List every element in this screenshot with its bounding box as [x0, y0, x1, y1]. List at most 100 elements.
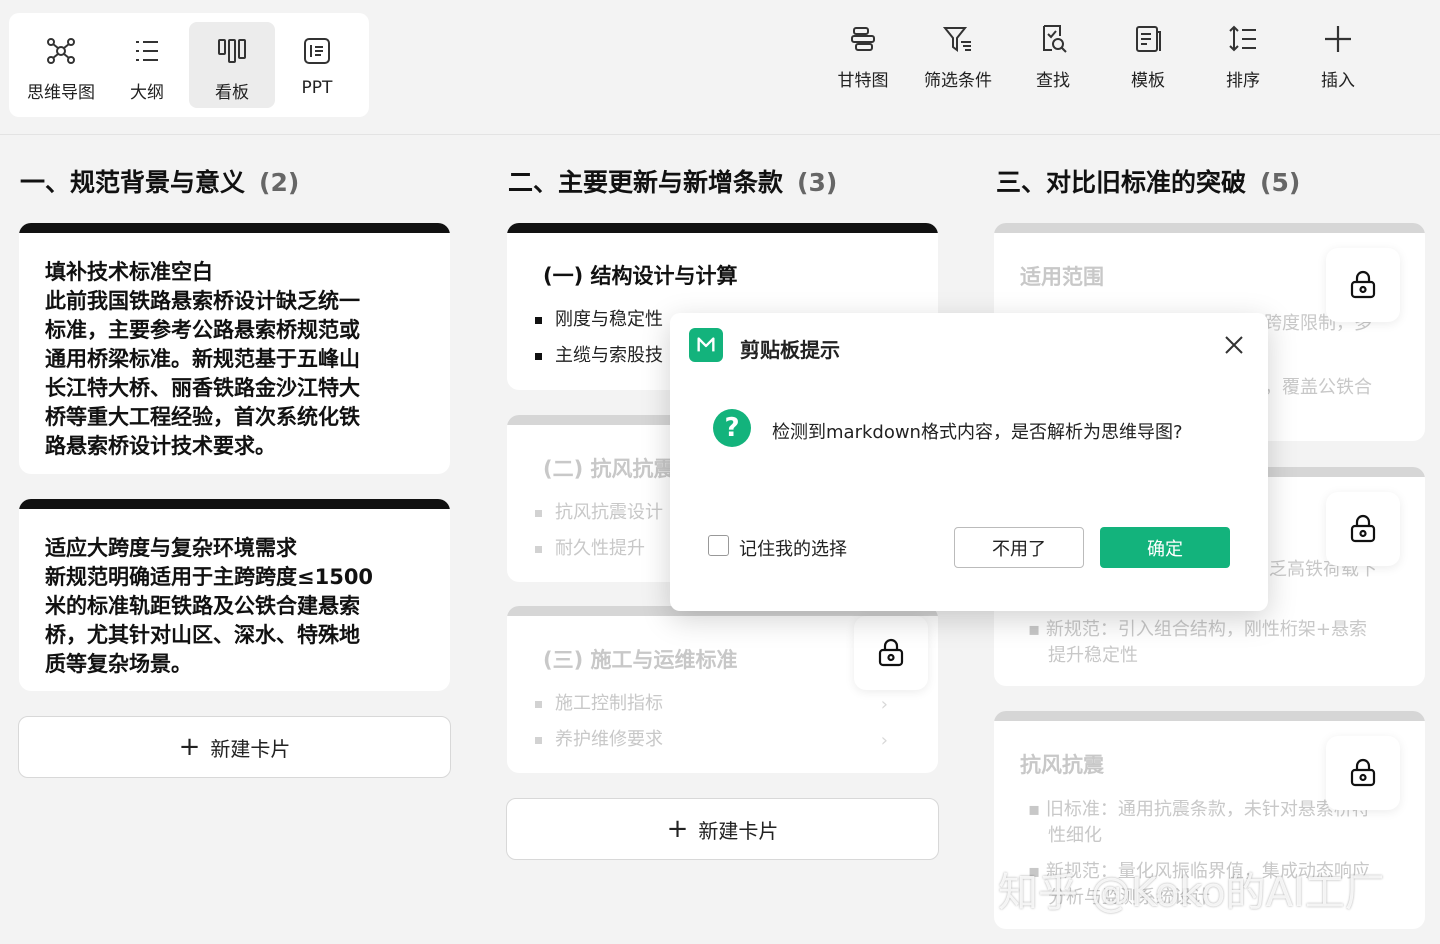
card-top-bar	[19, 499, 450, 509]
card-body: 适应大跨度与复杂环境需求 新规范明确适用于主跨跨度≤1500 米的标准轨距铁路及…	[45, 534, 424, 679]
chevron-right-icon: ›	[880, 730, 888, 751]
card-item[interactable]: 养护维修要求	[533, 728, 912, 752]
ppt-icon	[304, 38, 330, 64]
tool-label: 模板	[1131, 71, 1165, 91]
column-title: 一、规范背景与意义 (2)	[20, 163, 299, 199]
mindmap-icon	[47, 38, 75, 64]
clipboard-dialog: 剪贴板提示 ? 检测到markdown格式内容，是否解析为思维导图? 记住我的选…	[670, 313, 1268, 611]
dialog-title: 剪贴板提示	[740, 338, 840, 362]
card-line: ▪ 新规范：引入组合结构，刚性桁架+悬索	[1028, 619, 1368, 640]
lock-icon	[1350, 514, 1376, 543]
template-icon	[1136, 26, 1161, 52]
lock-icon	[1350, 758, 1376, 787]
gantt-icon	[851, 27, 875, 51]
card-top-bar	[19, 223, 450, 233]
tool-find[interactable]: 查找	[1008, 22, 1098, 91]
card-body: 填补技术标准空白 此前我国铁路悬索桥设计缺乏统一 标准，主要参考公路悬索桥规范或…	[45, 258, 424, 461]
view-label: 大纲	[130, 83, 164, 103]
card-items: 施工控制指标 养护维修要求	[533, 692, 912, 752]
column-title: 二、主要更新与新增条款 (3)	[508, 163, 837, 199]
top-toolbar: 思维导图 大纲 看板 PPT 甘特图 筛选条件 查找 模板 排序 插入	[0, 0, 1440, 135]
kanban-card[interactable]: 填补技术标准空白 此前我国铁路悬索桥设计缺乏统一 标准，主要参考公路悬索桥规范或…	[19, 223, 450, 474]
card-top-bar	[994, 711, 1425, 721]
lock-button[interactable]	[1326, 492, 1400, 566]
card-line: 适应大跨度与复杂环境需求	[45, 536, 297, 560]
tool-insert[interactable]: 插入	[1293, 22, 1383, 91]
card-line: 填补技术标准空白	[45, 260, 213, 284]
view-kanban[interactable]: 看板	[189, 22, 275, 108]
new-card-label: 新建卡片	[210, 736, 291, 761]
card-text: ，覆盖公铁合	[1264, 377, 1372, 398]
view-label: 看板	[215, 83, 249, 103]
card-line: 质等复杂场景。	[45, 652, 192, 676]
lock-button[interactable]	[854, 616, 928, 690]
tool-label: 排序	[1226, 71, 1260, 91]
find-icon	[1043, 25, 1067, 53]
card-line: 提升稳定性	[1048, 645, 1138, 666]
sort-icon	[1229, 25, 1256, 52]
card-top-bar	[994, 223, 1425, 233]
view-ppt[interactable]: PPT	[274, 22, 360, 108]
column-title-text: 二、主要更新与新增条款	[508, 168, 784, 197]
tool-filter[interactable]: 筛选条件	[913, 22, 1003, 91]
chevron-right-icon: ›	[880, 694, 888, 715]
tool-sort[interactable]: 排序	[1198, 22, 1288, 91]
view-label: 思维导图	[27, 83, 95, 103]
new-card-button[interactable]: + 新建卡片	[506, 798, 939, 860]
card-line: 长江特大桥、丽香铁路金沙江特大	[45, 376, 360, 400]
question-icon: ?	[713, 409, 751, 447]
card-line: 桥等重大工程经验，首次系统化铁	[45, 405, 360, 429]
card-top-bar	[507, 223, 938, 233]
card-line: 桥，尤其针对山区、深水、特殊地	[45, 623, 360, 647]
card-line: 性细化	[1048, 825, 1102, 846]
view-label: PPT	[301, 78, 333, 98]
plus-icon: +	[666, 814, 689, 844]
card-line: ▪ 旧标准：通用抗震条款，未针对悬索桥特	[1028, 799, 1370, 820]
lock-icon	[878, 638, 904, 667]
close-icon[interactable]	[1222, 333, 1246, 357]
card-line-text: 旧标准：通用抗震条款，未针对悬索桥特	[1045, 799, 1370, 820]
remember-label[interactable]: 记住我的选择	[739, 535, 847, 561]
card-line: 通用桥梁标准。新规范基于五峰山	[45, 347, 360, 371]
view-switcher: 思维导图 大纲 看板 PPT	[9, 13, 369, 117]
plus-icon	[1325, 26, 1351, 52]
tool-template[interactable]: 模板	[1103, 22, 1193, 91]
tool-gantt[interactable]: 甘特图	[818, 22, 908, 91]
outline-icon	[136, 41, 158, 61]
watermark: 知乎 @Koko的AI工厂	[998, 870, 1385, 916]
column-title-text: 一、规范背景与意义	[20, 168, 246, 197]
remember-checkbox[interactable]	[708, 535, 729, 556]
tool-label: 甘特图	[837, 71, 889, 91]
app-logo-icon	[689, 328, 723, 362]
card-item[interactable]: 施工控制指标	[533, 692, 912, 716]
lock-button[interactable]	[1326, 248, 1400, 322]
kanban-icon	[218, 39, 246, 63]
lock-icon	[1350, 270, 1376, 299]
card-text: ▪ 新规范：引入组合结构，刚性桁架+悬索 提升稳定性	[1028, 617, 1367, 669]
new-card-label: 新建卡片	[698, 818, 779, 843]
tool-label: 插入	[1321, 71, 1355, 91]
card-line: 米的标准轨距铁路及公铁合建悬索	[45, 594, 360, 618]
column-count: (3)	[797, 168, 838, 197]
card-line: 标准，主要参考公路悬索桥规范或	[45, 318, 360, 342]
card-line: 此前我国铁路悬索桥设计缺乏统一	[45, 289, 360, 313]
new-card-button[interactable]: + 新建卡片	[18, 716, 451, 778]
column-count: (5)	[1260, 168, 1301, 197]
lock-button[interactable]	[1326, 736, 1400, 810]
confirm-button[interactable]: 确定	[1100, 527, 1230, 568]
dialog-message: 检测到markdown格式内容，是否解析为思维导图?	[772, 422, 1183, 443]
filter-icon	[942, 27, 971, 52]
card-line: 新规范明确适用于主跨跨度≤1500	[45, 565, 374, 589]
card-line-text: 新规范：引入组合结构，刚性桁架+悬索	[1045, 619, 1368, 640]
cancel-button[interactable]: 不用了	[954, 527, 1084, 568]
card-title: (一) 结构设计与计算	[543, 264, 738, 288]
tool-label: 查找	[1036, 71, 1070, 91]
tool-label: 筛选条件	[924, 71, 992, 91]
column-title: 三、对比旧标准的突破 (5)	[996, 163, 1300, 199]
card-line: 路悬索桥设计技术要求。	[45, 434, 276, 458]
column-title-text: 三、对比旧标准的突破	[996, 168, 1247, 197]
kanban-card[interactable]: 适应大跨度与复杂环境需求 新规范明确适用于主跨跨度≤1500 米的标准轨距铁路及…	[19, 499, 450, 691]
view-mindmap[interactable]: 思维导图	[18, 22, 104, 108]
view-outline[interactable]: 大纲	[104, 22, 190, 108]
column-count: (2)	[259, 168, 300, 197]
